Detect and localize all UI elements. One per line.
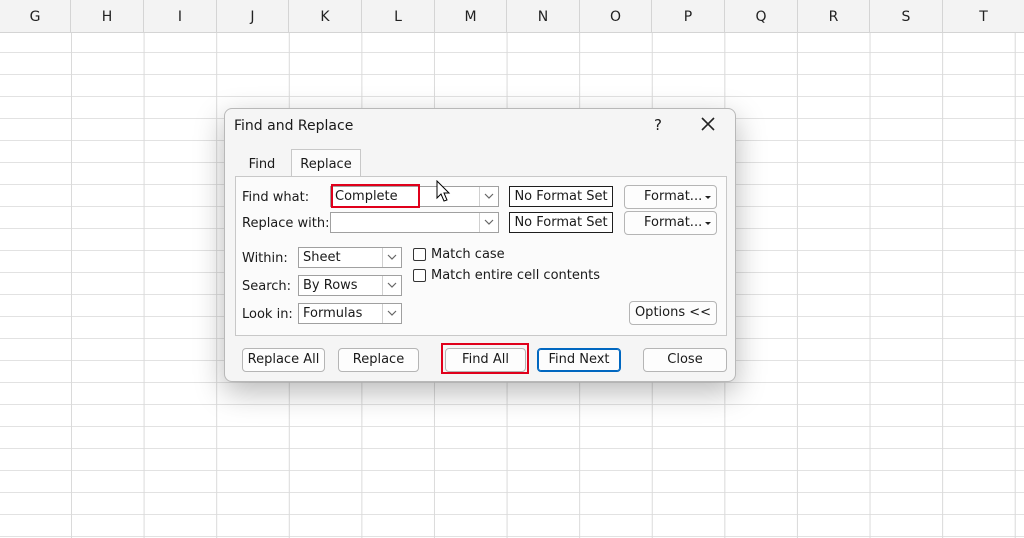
replace-with-dropdown[interactable] — [479, 213, 498, 232]
replace-format-preview: No Format Set — [509, 212, 613, 233]
column-header-h[interactable]: H — [71, 0, 144, 32]
look-in-select[interactable]: Formulas — [298, 303, 402, 324]
within-dropdown[interactable] — [382, 248, 401, 267]
replace-format-label: Format... — [644, 215, 703, 230]
column-header-o[interactable]: O — [580, 0, 652, 32]
caret-down-icon — [705, 196, 711, 199]
dialog-title: Find and Replace — [234, 118, 354, 134]
find-replace-dialog: Find and Replace ? Find Replace Find wha… — [224, 108, 736, 382]
search-label: Search: — [242, 279, 292, 294]
chevron-down-icon — [387, 282, 397, 288]
column-header-p[interactable]: P — [652, 0, 725, 32]
replace-with-input[interactable] — [330, 212, 499, 233]
search-dropdown[interactable] — [382, 276, 401, 295]
match-case-label[interactable]: Match case — [431, 247, 505, 262]
find-format-label: Format... — [644, 189, 703, 204]
look-in-label: Look in: — [242, 307, 293, 322]
find-next-button[interactable]: Find Next — [537, 348, 621, 372]
column-header-m[interactable]: M — [435, 0, 507, 32]
chevron-down-icon — [387, 254, 397, 260]
close-x-button[interactable] — [697, 113, 719, 135]
find-format-preview: No Format Set — [509, 186, 613, 207]
replace-button[interactable]: Replace — [338, 348, 419, 372]
find-what-label: Find what: — [242, 190, 310, 205]
look-in-value: Formulas — [303, 306, 363, 321]
column-header-j[interactable]: J — [217, 0, 289, 32]
replace-format-button[interactable]: Format... — [624, 211, 717, 235]
close-icon — [701, 117, 715, 131]
find-all-button[interactable]: Find All — [445, 348, 526, 372]
column-header-bar: G H I J K L M N O P Q R S T — [0, 0, 1024, 33]
column-header-k[interactable]: K — [289, 0, 362, 32]
mouse-cursor-icon — [436, 180, 451, 202]
search-select[interactable]: By Rows — [298, 275, 402, 296]
column-header-t[interactable]: T — [943, 0, 1024, 32]
find-what-dropdown[interactable] — [479, 187, 498, 206]
chevron-down-icon — [484, 193, 494, 199]
replace-all-button[interactable]: Replace All — [242, 348, 325, 372]
match-entire-label[interactable]: Match entire cell contents — [431, 268, 600, 283]
within-select[interactable]: Sheet — [298, 247, 402, 268]
within-value: Sheet — [303, 250, 341, 265]
help-button[interactable]: ? — [651, 115, 665, 135]
find-format-button[interactable]: Format... — [624, 185, 717, 209]
column-header-q[interactable]: Q — [725, 0, 798, 32]
find-what-input[interactable]: Complete — [330, 186, 499, 207]
caret-down-icon — [705, 222, 711, 225]
close-button[interactable]: Close — [643, 348, 727, 372]
within-label: Within: — [242, 251, 288, 266]
tab-replace[interactable]: Replace — [291, 149, 361, 178]
find-what-value: Complete — [335, 189, 398, 204]
tab-find[interactable]: Find — [237, 153, 287, 177]
chevron-down-icon — [387, 310, 397, 316]
look-in-dropdown[interactable] — [382, 304, 401, 323]
options-button[interactable]: Options << — [629, 301, 717, 325]
column-header-n[interactable]: N — [507, 0, 580, 32]
match-case-checkbox[interactable] — [413, 248, 426, 261]
search-value: By Rows — [303, 278, 358, 293]
replace-with-label: Replace with: — [242, 216, 330, 231]
column-header-r[interactable]: R — [798, 0, 870, 32]
column-header-s[interactable]: S — [870, 0, 943, 32]
chevron-down-icon — [484, 219, 494, 225]
column-header-g[interactable]: G — [0, 0, 71, 32]
column-header-l[interactable]: L — [362, 0, 435, 32]
match-entire-checkbox[interactable] — [413, 269, 426, 282]
column-header-i[interactable]: I — [144, 0, 217, 32]
